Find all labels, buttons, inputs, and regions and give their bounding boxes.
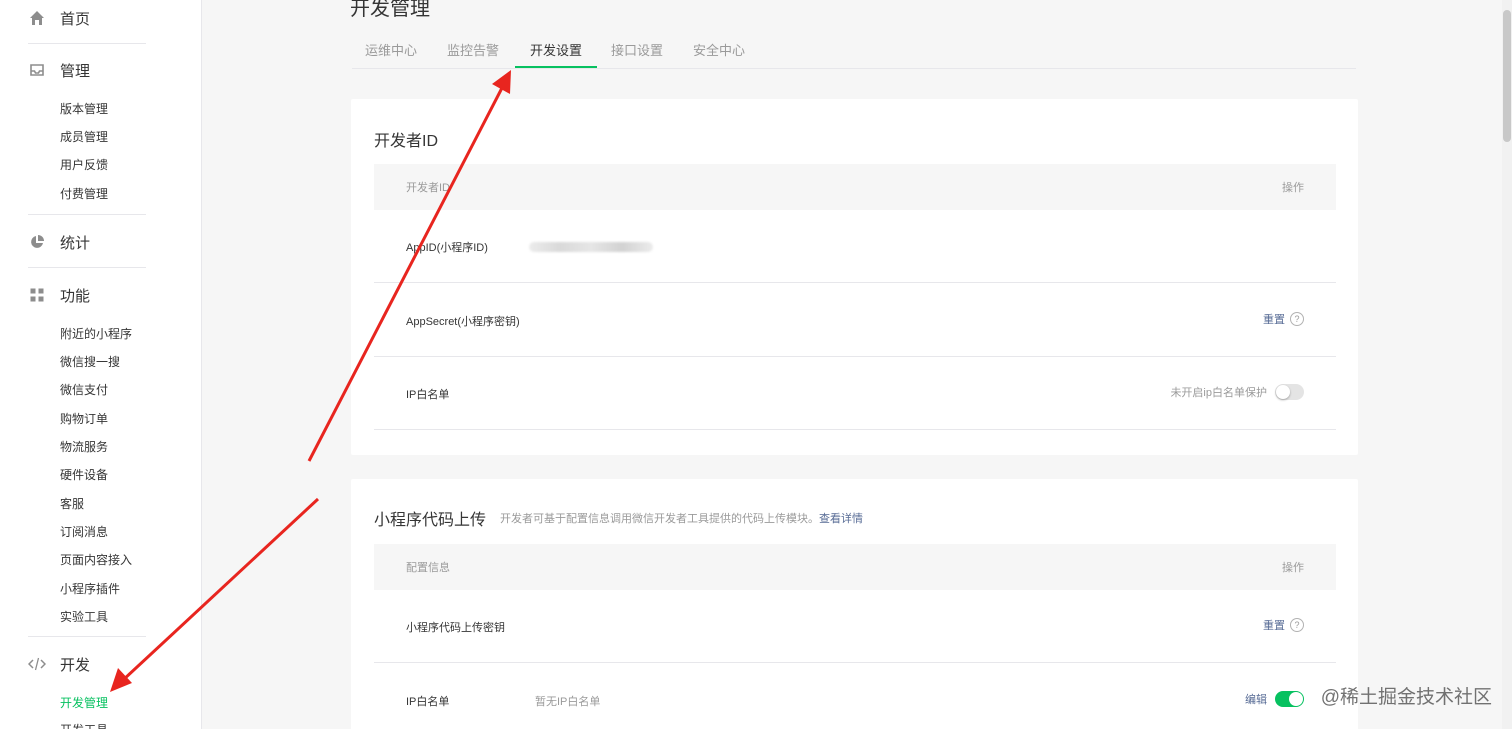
appsecret-action: 重置 ? [1263, 311, 1304, 327]
table-header: 开发者ID 操作 [374, 164, 1336, 210]
grid-icon [28, 286, 46, 304]
upload-ip-toggle[interactable] [1275, 691, 1304, 707]
sidebar-item-logistics[interactable]: 物流服务 [60, 438, 108, 456]
sidebar-item-search[interactable]: 微信搜一搜 [60, 353, 120, 371]
upload-ip-action: 编辑 [1245, 691, 1304, 707]
sidebar-item-service[interactable]: 客服 [60, 495, 84, 513]
help-icon[interactable]: ? [1290, 618, 1304, 632]
tab-monitor[interactable]: 监控告警 [434, 36, 512, 68]
nav-manage[interactable]: 管理 [28, 55, 90, 85]
sidebar: 首页 管理 版本管理 成员管理 用户反馈 付费管理 统计 功能 附近的小程序 微… [0, 0, 202, 729]
sidebar-item-members[interactable]: 成员管理 [60, 128, 108, 146]
sidebar-item-nearby[interactable]: 附近的小程序 [60, 325, 132, 343]
sidebar-item-subscribe[interactable]: 订阅消息 [60, 523, 108, 541]
appsecret-label: AppSecret(小程序密钥) [406, 316, 520, 328]
card-desc: 开发者可基于配置信息调用微信开发者工具提供的代码上传模块。查看详情 [500, 510, 863, 526]
header-name: 配置信息 [406, 562, 450, 574]
inbox-icon [28, 61, 46, 79]
nav-dev[interactable]: 开发 [28, 649, 90, 679]
scrollbar[interactable] [1502, 0, 1512, 729]
code-icon [28, 655, 46, 673]
sidebar-item-wxpay[interactable]: 微信支付 [60, 381, 108, 399]
page-title: 开发管理 [350, 0, 430, 20]
nav-dev-label: 开发 [60, 656, 91, 674]
code-upload-card: 小程序代码上传 开发者可基于配置信息调用微信开发者工具提供的代码上传模块。查看详… [351, 479, 1358, 729]
card-title: 开发者ID [374, 133, 439, 150]
developer-id-card: 开发者ID 开发者ID 操作 AppID(小程序ID) AppSecret(小程… [351, 99, 1358, 455]
edit-ip-button[interactable]: 编辑 [1245, 691, 1267, 707]
table-row: AppSecret(小程序密钥) 重置 ? [374, 284, 1336, 357]
help-icon[interactable]: ? [1290, 312, 1304, 326]
reset-secret-button[interactable]: 重置 [1263, 311, 1285, 327]
table-header: 配置信息 操作 [374, 544, 1336, 590]
nav-features-label: 功能 [60, 287, 91, 305]
sidebar-item-payment[interactable]: 付费管理 [60, 185, 108, 203]
sidebar-item-content[interactable]: 页面内容接入 [60, 551, 132, 569]
divider [28, 267, 146, 268]
tab-security[interactable]: 安全中心 [680, 36, 758, 68]
upload-ip-label: IP白名单 [406, 696, 450, 708]
sidebar-item-hardware[interactable]: 硬件设备 [60, 466, 108, 484]
tab-bar: 运维中心 监控告警 开发设置 接口设置 安全中心 [352, 36, 1356, 69]
nav-stats-label: 统计 [60, 234, 91, 252]
tab-api[interactable]: 接口设置 [598, 36, 676, 68]
table-row: IP白名单 暂无IP白名单 编辑 [374, 664, 1336, 729]
nav-features[interactable]: 功能 [28, 280, 90, 310]
table-row: AppID(小程序ID) [374, 210, 1336, 283]
scrollbar-thumb[interactable] [1503, 10, 1511, 142]
sidebar-item-version[interactable]: 版本管理 [60, 100, 108, 118]
upload-key-label: 小程序代码上传密钥 [406, 622, 505, 634]
card-title: 小程序代码上传 [374, 512, 487, 529]
appid-value-redacted [529, 242, 653, 252]
pie-chart-icon [28, 233, 46, 251]
sidebar-item-feedback[interactable]: 用户反馈 [60, 156, 108, 174]
card-desc-text: 开发者可基于配置信息调用微信开发者工具提供的代码上传模块。 [500, 513, 819, 525]
sidebar-item-orders[interactable]: 购物订单 [60, 410, 108, 428]
view-details-link[interactable]: 查看详情 [819, 513, 863, 525]
sidebar-item-plugin[interactable]: 小程序插件 [60, 580, 120, 598]
appid-label: AppID(小程序ID) [406, 242, 488, 254]
header-action: 操作 [1282, 182, 1304, 194]
sidebar-item-lab[interactable]: 实验工具 [60, 608, 108, 626]
ip-whitelist-action: 未开启ip白名单保护 [1170, 384, 1304, 400]
upload-key-action: 重置 ? [1263, 617, 1304, 633]
arrow-head-to-tab [492, 70, 511, 94]
sidebar-item-dev-tools[interactable]: 开发工具 [60, 721, 108, 729]
tab-dev-settings[interactable]: 开发设置 [515, 36, 597, 68]
watermark: @稀土掘金技术社区 [1320, 687, 1492, 708]
divider [28, 214, 146, 215]
table-row: IP白名单 未开启ip白名单保护 [374, 357, 1336, 430]
table-row: 小程序代码上传密钥 重置 ? [374, 590, 1336, 663]
header-name: 开发者ID [406, 182, 450, 194]
ip-whitelist-label: IP白名单 [406, 389, 450, 401]
reset-upload-key-button[interactable]: 重置 [1263, 617, 1285, 633]
ip-whitelist-toggle[interactable] [1275, 384, 1304, 400]
sidebar-item-dev-manage[interactable]: 开发管理 [60, 694, 108, 712]
nav-home[interactable]: 首页 [28, 3, 90, 33]
upload-ip-value: 暂无IP白名单 [535, 696, 601, 708]
divider [28, 636, 146, 637]
tab-ops[interactable]: 运维中心 [352, 36, 430, 68]
ip-whitelist-status: 未开启ip白名单保护 [1170, 387, 1267, 399]
divider [28, 43, 146, 44]
nav-manage-label: 管理 [60, 62, 91, 80]
nav-stats[interactable]: 统计 [28, 227, 90, 257]
nav-home-label: 首页 [60, 10, 91, 28]
header-action: 操作 [1282, 562, 1304, 574]
home-icon [28, 9, 46, 27]
